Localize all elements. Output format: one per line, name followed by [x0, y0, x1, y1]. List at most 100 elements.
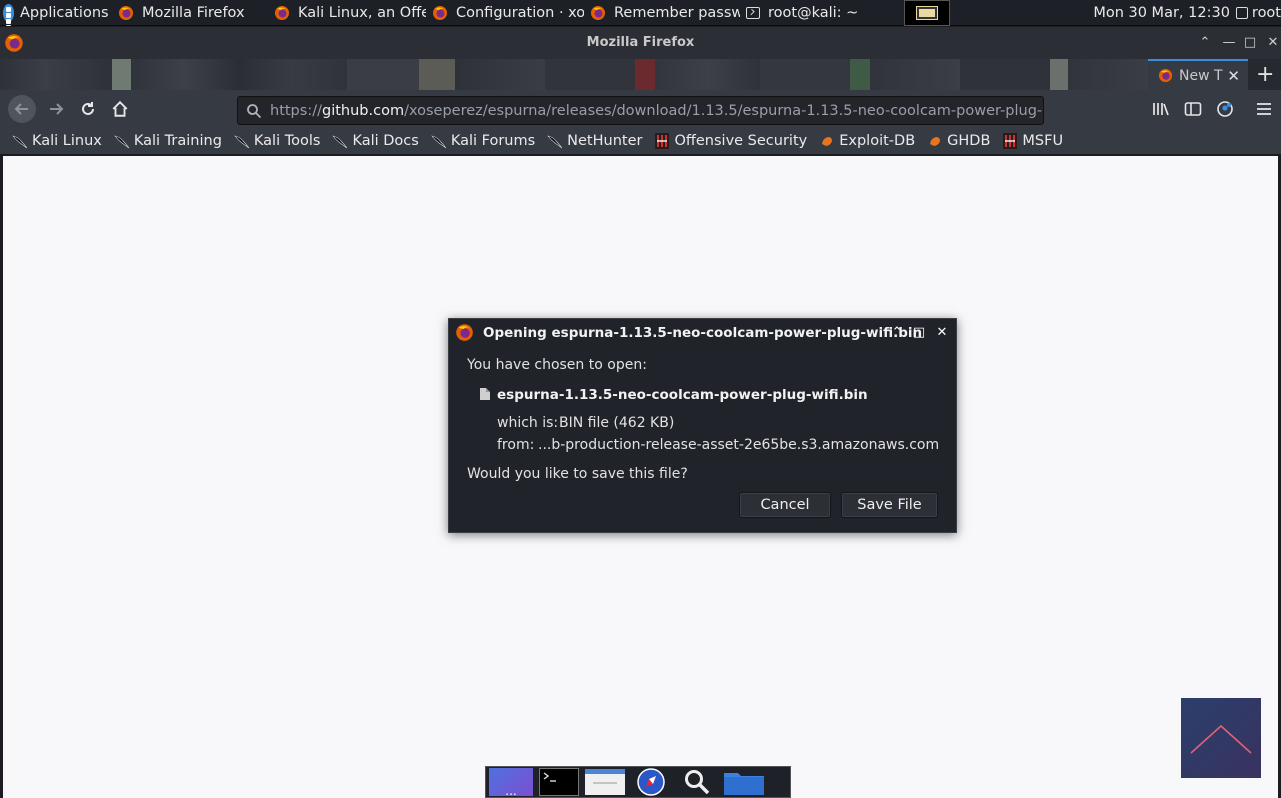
taskbar-item-kali[interactable]: Kali Linux, an Offe...: [268, 0, 426, 26]
firefox-icon: [591, 5, 605, 20]
applications-icon: [3, 3, 14, 26]
pixelated-tab[interactable]: [1068, 59, 1148, 90]
bookmark-kali-training[interactable]: Kali Training: [114, 133, 222, 149]
url-bar[interactable]: https://github.com/xoseperez/espurna/rel…: [237, 96, 1044, 125]
dialog-title: Opening espurna-1.13.5-neo-coolcam-power…: [483, 325, 923, 341]
window-titlebar: Mozilla Firefox ⌃ — □ ✕: [0, 27, 1281, 59]
pixelated-tab[interactable]: [112, 59, 131, 90]
user-menu[interactable]: root: [1234, 0, 1281, 26]
menu-button[interactable]: [1250, 95, 1278, 123]
sidebar-button[interactable]: [1179, 95, 1207, 123]
bookmark-kali-docs[interactable]: Kali Docs: [332, 133, 419, 149]
dock-browser[interactable]: [631, 768, 671, 796]
workspace-icon: [916, 5, 938, 20]
reload-button[interactable]: [74, 95, 102, 123]
dialog-shade-icon[interactable]: ⌃: [890, 325, 904, 340]
bookmark-kali-tools[interactable]: Kali Tools: [234, 133, 320, 149]
download-dialog: Opening espurna-1.13.5-neo-coolcam-power…: [448, 318, 957, 533]
new-tab-plus-icon[interactable]: +: [1256, 62, 1274, 87]
pixelated-tab[interactable]: [419, 59, 455, 90]
applications-menu[interactable]: Applications: [0, 0, 112, 26]
dock-home-folder[interactable]: [723, 768, 765, 796]
window-minimize-icon[interactable]: —: [1222, 36, 1236, 50]
scroll-to-top-button[interactable]: [1181, 698, 1261, 778]
bookmark-label: NetHunter: [567, 133, 643, 149]
dialog-chosen-text: You have chosen to open:: [467, 357, 647, 373]
pixelated-tab[interactable]: [960, 59, 1050, 90]
dock-search[interactable]: [677, 768, 717, 796]
taskbar-item-label: Kali Linux, an Offe...: [298, 4, 426, 21]
tab-close-icon[interactable]: ✕: [1227, 67, 1240, 85]
tab-new-tab[interactable]: New T ✕: [1148, 59, 1248, 90]
dialog-filename: espurna-1.13.5-neo-coolcam-power-plug-wi…: [497, 387, 868, 403]
pixelated-tab[interactable]: [870, 59, 960, 90]
exploitdb-icon: [927, 133, 943, 149]
applications-label: Applications: [20, 4, 109, 21]
offsec-icon: [654, 133, 670, 149]
bookmark-msfu[interactable]: MSFU: [1002, 133, 1063, 149]
home-button[interactable]: [106, 95, 134, 123]
offsec-icon: [1002, 133, 1018, 149]
bookmark-exploit-db[interactable]: Exploit-DB: [819, 133, 915, 149]
user-icon: [1235, 6, 1248, 19]
pixelated-tab[interactable]: [0, 59, 112, 90]
taskbar-item-remember[interactable]: Remember passw...: [584, 0, 740, 26]
window-maximize-icon[interactable]: □: [1243, 36, 1257, 50]
back-button[interactable]: [8, 95, 36, 123]
taskbar-item-firefox[interactable]: Mozilla Firefox: [112, 0, 268, 26]
pixelated-tab[interactable]: [131, 59, 237, 90]
cancel-button[interactable]: Cancel: [739, 492, 831, 518]
dock-terminal[interactable]: [539, 768, 579, 796]
chevron-up-icon: [1190, 724, 1252, 754]
file-icon: [480, 388, 490, 400]
dialog-maximize-icon[interactable]: □: [912, 325, 926, 340]
pixelated-tab[interactable]: [760, 59, 850, 90]
clock[interactable]: Mon 30 Mar, 12:30: [1087, 0, 1234, 26]
taskbar-item-configuration[interactable]: Configuration · xo...: [426, 0, 584, 26]
terminal-icon: [746, 6, 760, 19]
bookmark-ghdb[interactable]: GHDB: [927, 133, 990, 149]
pixelated-tab[interactable]: [455, 59, 545, 90]
bookmark-kali-forums[interactable]: Kali Forums: [431, 133, 535, 149]
save-file-button[interactable]: Save File: [841, 492, 938, 518]
forward-arrow-icon: [50, 103, 64, 115]
pixelated-tab[interactable]: [655, 59, 760, 90]
firefox-icon: [456, 324, 473, 341]
search-icon: [247, 103, 262, 118]
firefox-icon: [1158, 68, 1173, 83]
kali-dragon-icon: [547, 133, 563, 149]
pixelated-tab[interactable]: [347, 59, 419, 90]
url-path: /xoseperez/espurna/releases/download/1.1…: [404, 102, 1044, 119]
dialog-close-icon[interactable]: ✕: [935, 325, 949, 340]
forward-button[interactable]: [42, 95, 70, 123]
exploitdb-icon: [819, 133, 835, 149]
kali-dragon-icon: [332, 133, 348, 149]
library-button[interactable]: [1147, 95, 1175, 123]
firefox-icon: [433, 5, 447, 20]
pixelated-tab[interactable]: [545, 59, 635, 90]
account-button[interactable]: [1211, 95, 1239, 123]
workspace-switcher[interactable]: [904, 0, 950, 26]
bookmark-label: Kali Linux: [32, 133, 102, 149]
bookmark-offensive-security[interactable]: Offensive Security: [654, 133, 807, 149]
taskbar-item-label: root@kali: ~: [768, 4, 859, 21]
window-shade-icon[interactable]: ⌃: [1198, 36, 1212, 50]
bookmark-label: Offensive Security: [674, 133, 808, 149]
bookmark-label: Kali Docs: [352, 133, 419, 149]
dock-show-desktop[interactable]: ...: [489, 768, 533, 797]
taskbar-item-label: Configuration · xo...: [456, 4, 584, 21]
taskbar-item-terminal[interactable]: root@kali: ~: [740, 0, 904, 26]
home-icon: [112, 100, 128, 117]
window-close-icon[interactable]: ✕: [1266, 36, 1280, 50]
pixelated-tab[interactable]: [850, 59, 870, 90]
back-arrow-icon: [14, 103, 28, 115]
pixelated-tab[interactable]: [635, 59, 655, 90]
dock: ...: [485, 766, 791, 798]
dock-file-manager[interactable]: [585, 768, 625, 796]
bookmark-nethunter[interactable]: NetHunter: [547, 133, 642, 149]
kali-dragon-icon: [431, 133, 447, 149]
compass-icon: [637, 768, 665, 796]
pixelated-tab[interactable]: [1050, 59, 1068, 90]
pixelated-tab[interactable]: [237, 59, 347, 90]
bookmark-kali-linux[interactable]: Kali Linux: [12, 133, 102, 149]
